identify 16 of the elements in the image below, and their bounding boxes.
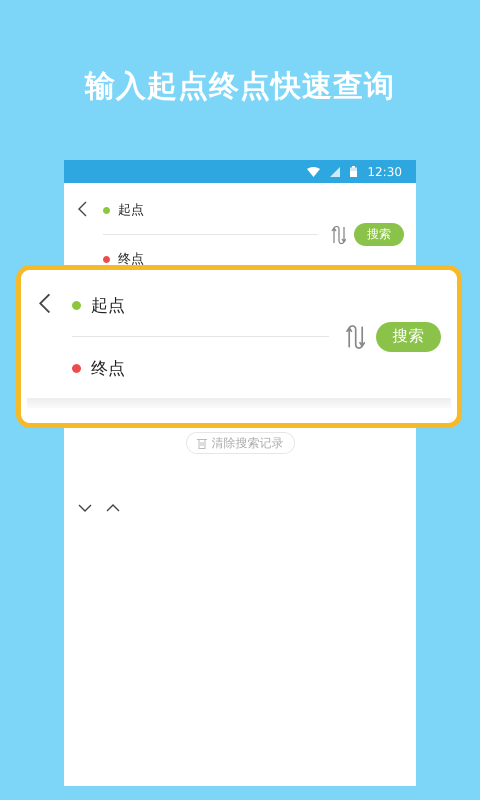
wifi-icon [307,166,320,176]
signal-icon [330,166,340,176]
trash-icon [196,438,206,448]
swap-icon[interactable] [330,224,346,244]
chevron-down-icon[interactable] [78,504,92,512]
battery-icon [350,166,358,177]
back-icon[interactable] [39,293,51,314]
chevron-up-icon[interactable] [106,504,120,512]
point-label[interactable]: 终点 [91,356,126,380]
status-time: 12:30 [367,164,402,178]
point-label[interactable]: 终点 [118,250,144,268]
swap-icon[interactable] [344,324,366,350]
point-label[interactable]: 起点 [118,201,144,219]
headline: 输入起点终点快速查询 [85,68,395,106]
point-label[interactable]: 起点 [91,294,126,317]
back-icon[interactable] [78,201,87,217]
